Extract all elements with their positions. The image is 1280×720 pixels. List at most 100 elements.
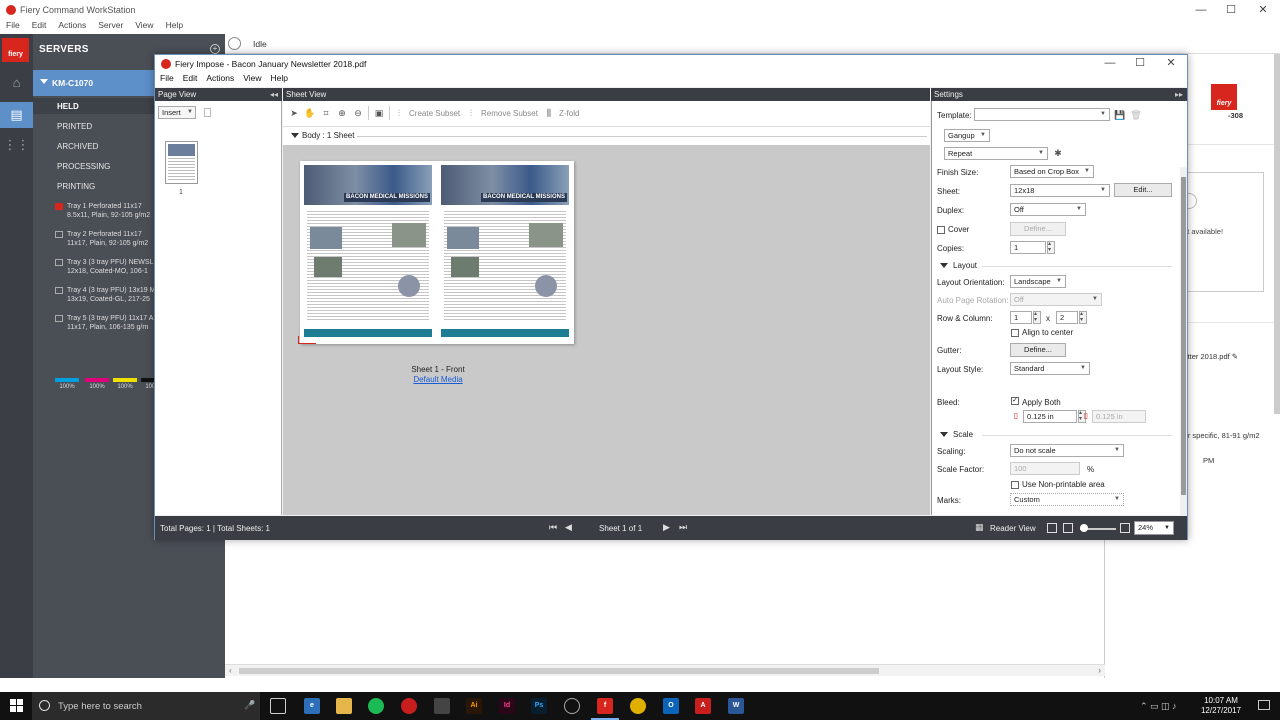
- word-icon[interactable]: W: [728, 698, 744, 714]
- impose-menu-view[interactable]: View: [243, 73, 261, 83]
- menu-view[interactable]: View: [135, 20, 153, 30]
- next-sheet-icon[interactable]: ▶: [663, 522, 670, 533]
- scroll-right-icon[interactable]: ›: [1098, 666, 1101, 675]
- app-icon[interactable]: [401, 698, 417, 714]
- rows-stepper[interactable]: [1033, 310, 1041, 324]
- copies-stepper[interactable]: [1047, 240, 1055, 254]
- scroll-thumb[interactable]: [239, 668, 879, 674]
- create-subset-icon[interactable]: ⫶: [393, 107, 405, 119]
- create-subset-button[interactable]: Create Subset: [409, 109, 460, 118]
- close-button[interactable]: ✕: [1248, 3, 1278, 17]
- remove-subset-icon[interactable]: ⫶: [465, 107, 477, 119]
- queue-held[interactable]: HELD: [57, 102, 79, 111]
- settings-scrollbar[interactable]: [1180, 167, 1187, 515]
- queue-printed[interactable]: PRINTED: [57, 122, 92, 131]
- cover-checkbox[interactable]: [937, 226, 945, 234]
- finish-size-dropdown[interactable]: Based on Crop Box ▼: [1010, 165, 1094, 178]
- maximize-button[interactable]: ☐: [1216, 3, 1246, 17]
- imposed-sheet[interactable]: BACON MEDICAL MISSIONS BACON MEDICAL MIS…: [298, 161, 574, 344]
- file-explorer-icon[interactable]: [336, 698, 352, 714]
- apply-both-checkbox[interactable]: ✓: [1011, 397, 1019, 405]
- zoom-slider-knob[interactable]: [1080, 524, 1088, 532]
- spotify-icon[interactable]: [368, 698, 384, 714]
- non-printable-checkbox[interactable]: [1011, 481, 1019, 489]
- save-template-icon[interactable]: 💾: [1114, 109, 1126, 121]
- impose-menu-edit[interactable]: Edit: [183, 73, 198, 83]
- edge-browser-icon[interactable]: e: [304, 698, 320, 714]
- insert-dropdown[interactable]: Insert ▼: [158, 106, 196, 119]
- panel-scrollbar[interactable]: [1274, 54, 1280, 414]
- queue-printing[interactable]: PRINTING: [57, 182, 95, 191]
- impose-menu-actions[interactable]: Actions: [206, 73, 234, 83]
- fit-page-icon[interactable]: [1047, 523, 1057, 533]
- fiery-taskbar-icon[interactable]: f: [591, 698, 619, 720]
- outlook-icon[interactable]: O: [663, 698, 679, 714]
- delete-template-icon[interactable]: 🗑: [1130, 109, 1142, 121]
- align-center-checkbox[interactable]: [1011, 329, 1019, 337]
- reader-view-button[interactable]: Reader View: [990, 524, 1036, 533]
- layout-style-dropdown[interactable]: Standard ▼: [1010, 362, 1090, 375]
- impose-maximize-button[interactable]: ☐: [1125, 56, 1155, 70]
- prev-sheet-icon[interactable]: ◀: [565, 522, 572, 533]
- queue-archived[interactable]: ARCHIVED: [57, 142, 98, 151]
- bleed-input-1[interactable]: 0.125 in: [1023, 410, 1077, 423]
- menu-server[interactable]: Server: [98, 20, 123, 30]
- windows-start-icon[interactable]: [10, 699, 24, 713]
- minimize-button[interactable]: —: [1186, 3, 1216, 17]
- illustrator-icon[interactable]: Ai: [466, 698, 482, 714]
- select-tool-icon[interactable]: ➤: [288, 107, 300, 119]
- zoom-dropdown[interactable]: 24% ▼: [1134, 521, 1174, 535]
- job-center-icon[interactable]: ▤: [0, 102, 33, 128]
- layout-collapse-icon[interactable]: [940, 263, 948, 268]
- app-icon[interactable]: [564, 698, 580, 714]
- notification-icon[interactable]: [1258, 700, 1270, 710]
- zoom-image-icon[interactable]: [1120, 523, 1130, 533]
- snipping-tool-icon[interactable]: [434, 698, 450, 714]
- scale-collapse-icon[interactable]: [940, 432, 948, 437]
- zoom-in-icon[interactable]: ⊕: [336, 107, 348, 119]
- collapse-right-icon[interactable]: ▸▸: [1175, 88, 1183, 101]
- menu-help[interactable]: Help: [166, 20, 183, 30]
- edit-sheet-button[interactable]: Edit...: [1114, 183, 1172, 197]
- impose-menu-help[interactable]: Help: [271, 73, 288, 83]
- hand-tool-icon[interactable]: ✋: [304, 107, 316, 119]
- zoom-out-icon[interactable]: ⊖: [352, 107, 364, 119]
- define-gutter-button[interactable]: Define...: [1010, 343, 1066, 357]
- default-media-link[interactable]: Default Media: [283, 375, 593, 384]
- taskbar-clock[interactable]: 10:07 AM 12/27/2017: [1196, 696, 1246, 716]
- menu-file[interactable]: File: [6, 20, 20, 30]
- impose-minimize-button[interactable]: —: [1095, 56, 1125, 70]
- task-view-icon[interactable]: [270, 698, 286, 714]
- delete-page-icon[interactable]: [204, 108, 211, 117]
- system-tray[interactable]: ⌃ ▭ ◫ ♪: [1140, 701, 1177, 712]
- trim-tool-icon[interactable]: ⌗: [320, 107, 332, 119]
- duplex-dropdown[interactable]: Off ▼: [1010, 203, 1086, 216]
- scale-factor-input[interactable]: 100: [1010, 462, 1080, 475]
- last-sheet-icon[interactable]: ⏭: [679, 522, 687, 533]
- bleed-input-2[interactable]: 0.125 in: [1092, 410, 1146, 423]
- page-icon[interactable]: ▣: [373, 107, 385, 119]
- horizontal-scrollbar[interactable]: ‹ ›: [225, 664, 1105, 676]
- magic-wand-icon[interactable]: ✱: [1052, 147, 1064, 159]
- copies-input[interactable]: 1: [1010, 241, 1046, 254]
- scroll-thumb[interactable]: [1181, 177, 1186, 495]
- menu-actions[interactable]: Actions: [58, 20, 86, 30]
- rows-input[interactable]: 1: [1010, 311, 1032, 324]
- scaling-dropdown[interactable]: Do not scale ▼: [1010, 444, 1124, 457]
- microphone-icon[interactable]: 🎤: [244, 700, 255, 711]
- chrome-icon[interactable]: [630, 698, 646, 714]
- menu-edit[interactable]: Edit: [32, 20, 47, 30]
- sheet-size-dropdown[interactable]: 12x18 ▼: [1010, 184, 1110, 197]
- fit-width-icon[interactable]: [1063, 523, 1073, 533]
- first-sheet-icon[interactable]: ⏮: [549, 522, 557, 533]
- taskbar-search-box[interactable]: Type here to search 🎤: [32, 692, 260, 720]
- layout-orientation-dropdown[interactable]: Landscape ▼: [1010, 275, 1066, 288]
- gangup-dropdown[interactable]: Gangup ▼: [944, 129, 990, 142]
- remove-subset-button[interactable]: Remove Subset: [481, 109, 538, 118]
- zfold-button[interactable]: Z-fold: [559, 109, 579, 118]
- page-thumbnail[interactable]: [165, 141, 198, 184]
- columns-input[interactable]: 2: [1056, 311, 1078, 324]
- body-section-row[interactable]: Body : 1 Sheet: [283, 127, 930, 145]
- reader-view-icon[interactable]: ▦: [975, 522, 984, 533]
- repeat-dropdown[interactable]: Repeat ▼: [944, 147, 1048, 160]
